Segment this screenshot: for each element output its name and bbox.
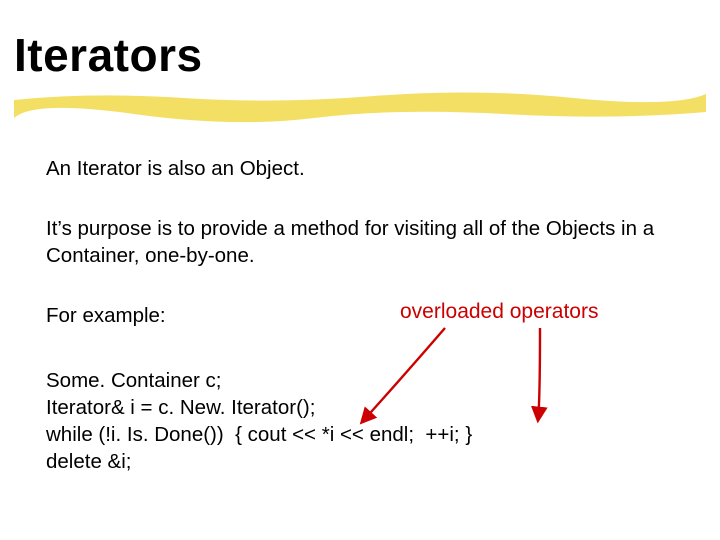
code-example: Some. Container c; Iterator& i = c. New.… [46,367,472,475]
paragraph-purpose: It’s purpose is to provide a method for … [46,215,666,269]
code-line-1: Some. Container c; [46,369,221,392]
annotation-overloaded-operators: overloaded operators [400,300,598,324]
code-line-3: while (!i. Is. Done()) { cout << *i << e… [46,423,472,446]
paragraph-example-label: For example: [46,302,166,329]
code-line-4: delete &i; [46,450,131,473]
title-underline [14,88,706,124]
paragraph-intro: An Iterator is also an Object. [46,155,305,182]
code-line-2: Iterator& i = c. New. Iterator(); [46,396,315,419]
slide-title: Iterators [14,28,203,82]
